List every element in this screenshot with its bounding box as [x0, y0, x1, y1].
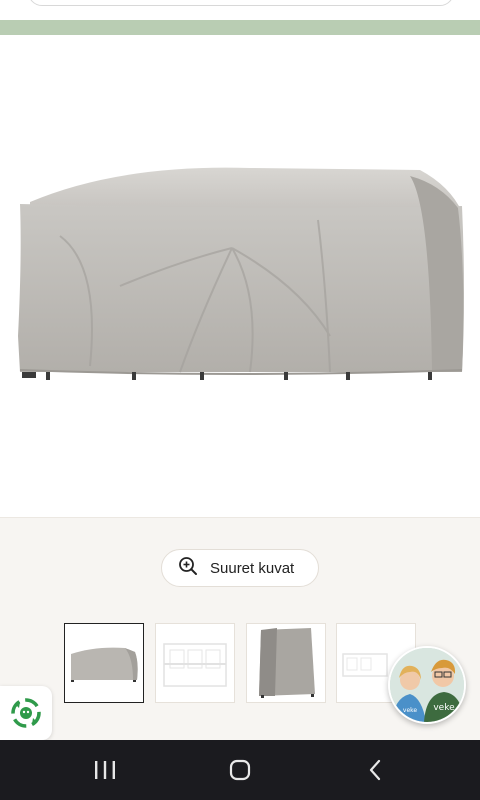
table-cover-side-thumb: [259, 628, 315, 698]
large-images-button[interactable]: Suuret kuvat: [161, 549, 319, 587]
back-button[interactable]: [346, 754, 406, 786]
recent-apps-icon: [95, 761, 115, 779]
table-cover-image: [18, 167, 464, 380]
support-chat-avatar[interactable]: veke veke: [388, 646, 466, 724]
thumbnail-2[interactable]: [155, 623, 235, 703]
large-images-label: Suuret kuvat: [210, 559, 295, 577]
search-field-edge[interactable]: [28, 0, 454, 6]
avatar-shirt-text-left: veke: [403, 707, 418, 714]
garden-furniture-thumb: [163, 643, 227, 687]
thumbnail-3[interactable]: [246, 623, 326, 703]
support-people-icon: veke veke: [390, 648, 464, 722]
recent-apps-button[interactable]: [75, 754, 135, 786]
home-button[interactable]: [210, 754, 270, 786]
promo-banner[interactable]: [0, 20, 480, 35]
home-icon: [229, 759, 251, 781]
avatar-shirt-text: veke: [433, 703, 455, 713]
zoom-in-icon: [178, 556, 198, 581]
thumbnail-1[interactable]: [64, 623, 144, 703]
top-strip: [0, 0, 480, 20]
table-cover-thumb: [71, 647, 138, 682]
product-main-image[interactable]: [0, 36, 480, 516]
eco-badge[interactable]: [0, 686, 52, 740]
android-navigation-bar: [0, 740, 480, 800]
back-icon: [369, 759, 381, 781]
recycle-icon: [11, 698, 41, 728]
